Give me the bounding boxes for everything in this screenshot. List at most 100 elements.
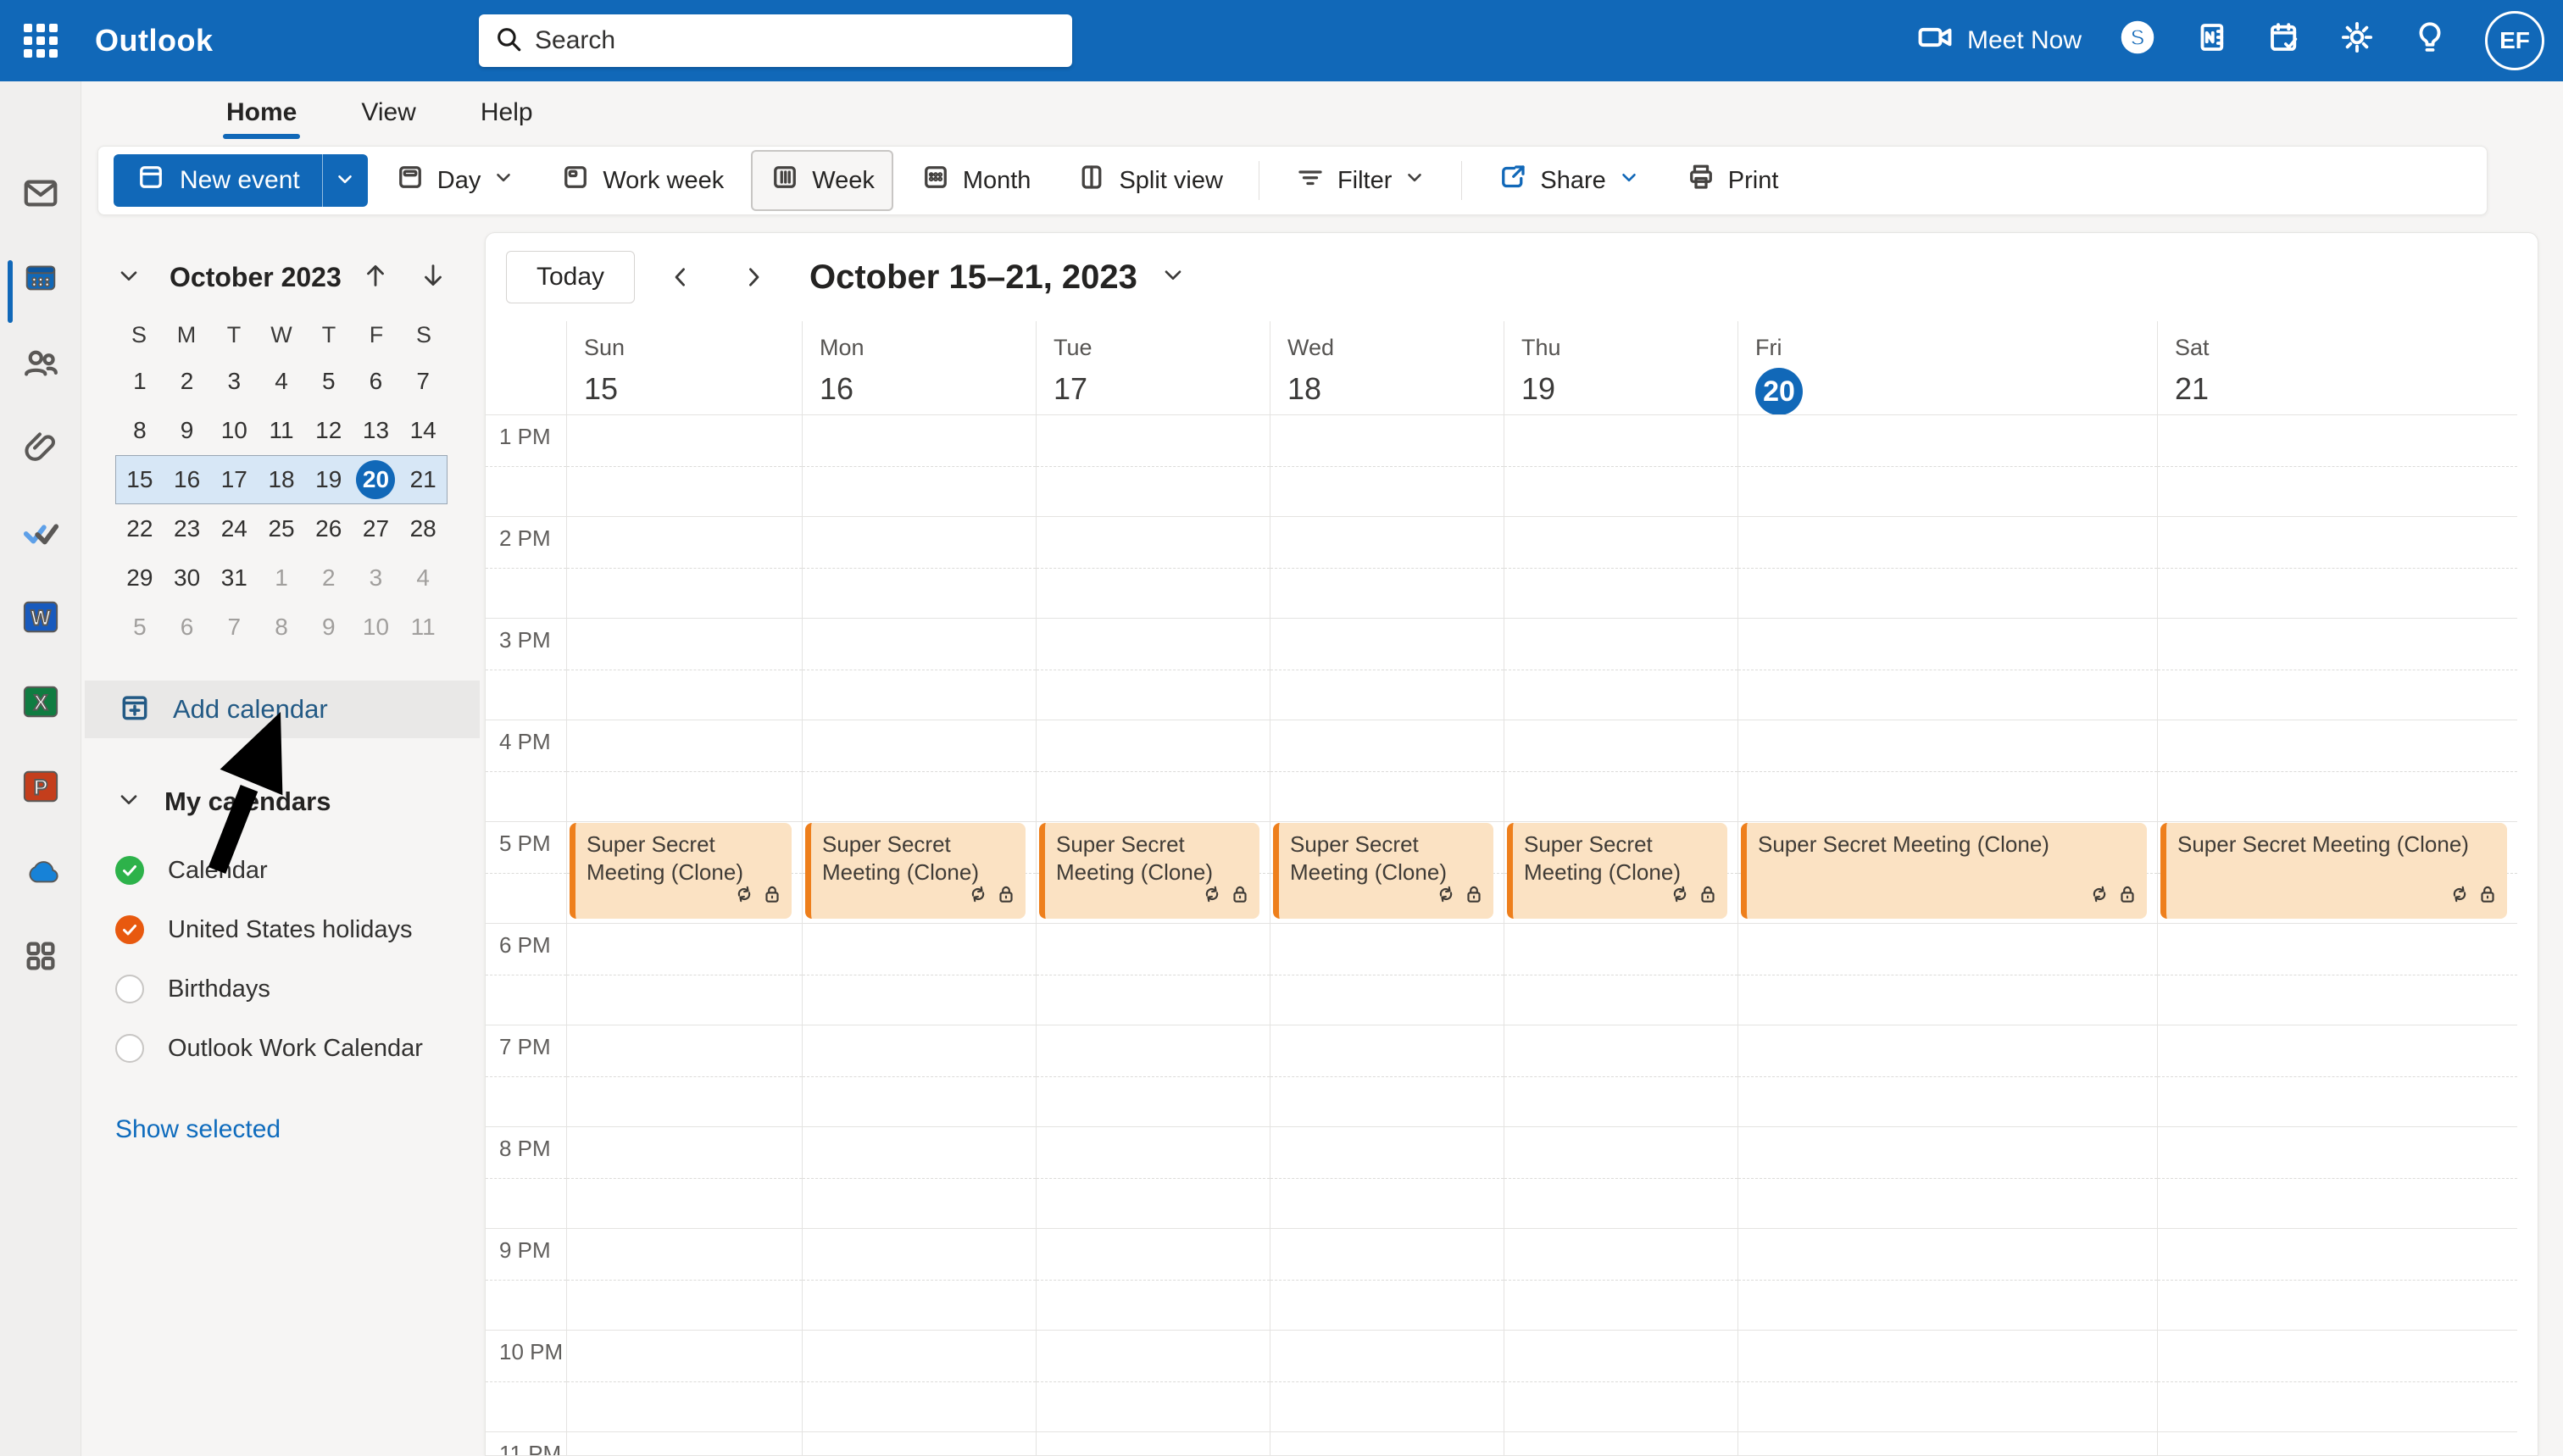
filter-button[interactable]: Filter: [1276, 150, 1444, 211]
tab-view[interactable]: View: [339, 88, 437, 137]
rail-todo-button[interactable]: [22, 515, 59, 553]
mini-calendar-day[interactable]: 8: [116, 407, 164, 454]
date-range-picker[interactable]: October 15–21, 2023: [809, 258, 1187, 297]
time-cell[interactable]: [1037, 516, 1270, 618]
time-cell[interactable]: [1504, 1126, 1737, 1228]
time-cell[interactable]: [2158, 1126, 2517, 1228]
time-cell[interactable]: [567, 1228, 802, 1330]
mini-calendar-day[interactable]: 6: [353, 358, 400, 405]
time-cell[interactable]: [1037, 414, 1270, 516]
time-cell[interactable]: [803, 618, 1036, 720]
time-cell[interactable]: [567, 1126, 802, 1228]
day-header-wed[interactable]: Wed 18: [1270, 321, 1504, 414]
mini-calendar-day[interactable]: 4: [258, 358, 305, 405]
event-super-secret-meeting[interactable]: Super Secret Meeting (Clone): [2160, 823, 2507, 919]
time-cell[interactable]: [1270, 414, 1504, 516]
day-header-fri[interactable]: Fri 20: [1737, 321, 2157, 415]
skype-button[interactable]: S: [2119, 19, 2156, 63]
calendar-item-calendar[interactable]: Calendar: [81, 841, 485, 900]
time-cell[interactable]: [1738, 1431, 2157, 1455]
mini-calendar-day[interactable]: 26: [305, 505, 353, 553]
calendar-checkbox[interactable]: [115, 915, 144, 944]
mini-calendar-day[interactable]: 1: [258, 554, 305, 602]
time-cell[interactable]: [1738, 923, 2157, 1025]
settings-gear-button[interactable]: [2339, 19, 2375, 62]
time-cell[interactable]: [1270, 923, 1504, 1025]
time-cell[interactable]: [803, 516, 1036, 618]
mini-calendar-next-button[interactable]: [419, 261, 448, 294]
time-cell[interactable]: [803, 1025, 1036, 1126]
time-cell[interactable]: [1504, 414, 1737, 516]
meet-now-button[interactable]: Meet Now: [1916, 19, 2082, 63]
time-cell[interactable]: [1270, 720, 1504, 821]
time-cell[interactable]: [567, 1431, 802, 1455]
time-cell[interactable]: [567, 923, 802, 1025]
new-event-dropdown[interactable]: [321, 154, 368, 207]
mini-calendar-day[interactable]: 22: [116, 505, 164, 553]
time-cell[interactable]: [1504, 1330, 1737, 1431]
time-cell[interactable]: [803, 414, 1036, 516]
time-cell[interactable]: [567, 618, 802, 720]
rail-people-button[interactable]: [22, 346, 59, 383]
calendar-check-button[interactable]: [2266, 19, 2302, 62]
search-input[interactable]: [535, 26, 1057, 55]
time-cell[interactable]: [1738, 720, 2157, 821]
time-cell[interactable]: [1270, 1025, 1504, 1126]
mini-calendar-day[interactable]: 10: [353, 603, 400, 651]
time-cell[interactable]: [1738, 516, 2157, 618]
time-cell[interactable]: [803, 923, 1036, 1025]
mini-calendar-day[interactable]: 14: [399, 407, 447, 454]
view-month-button[interactable]: Month: [902, 150, 1050, 211]
rail-excel-button[interactable]: X: [22, 685, 59, 722]
time-cell[interactable]: [2158, 720, 2517, 821]
day-header-sat[interactable]: Sat 21: [2157, 321, 2517, 414]
calendar-item-outlook-work-calendar[interactable]: Outlook Work Calendar: [81, 1019, 485, 1078]
mini-calendar-day[interactable]: 21: [399, 456, 447, 503]
tab-home[interactable]: Home: [204, 88, 319, 139]
time-cell[interactable]: [1037, 618, 1270, 720]
time-cell[interactable]: [1504, 1431, 1737, 1455]
my-calendars-header[interactable]: My calendars: [81, 786, 485, 817]
mini-calendar-day[interactable]: 6: [164, 603, 211, 651]
event-super-secret-meeting[interactable]: Super Secret Meeting (Clone): [1273, 823, 1493, 919]
mini-calendar-day[interactable]: 4: [399, 554, 447, 602]
lightbulb-button[interactable]: [2412, 19, 2448, 62]
mini-calendar-day[interactable]: 3: [210, 358, 258, 405]
mini-calendar-day[interactable]: 7: [210, 603, 258, 651]
rail-word-button[interactable]: W: [22, 600, 59, 637]
mini-calendar-day[interactable]: 5: [116, 603, 164, 651]
mini-calendar-day[interactable]: 23: [164, 505, 211, 553]
mini-calendar-day[interactable]: 2: [305, 554, 353, 602]
time-cell[interactable]: [567, 1330, 802, 1431]
event-super-secret-meeting[interactable]: Super Secret Meeting (Clone): [1741, 823, 2147, 919]
time-cell[interactable]: [1270, 1126, 1504, 1228]
day-header-mon[interactable]: Mon 16: [802, 321, 1036, 414]
event-super-secret-meeting[interactable]: Super Secret Meeting (Clone): [570, 823, 792, 919]
time-cell[interactable]: [1037, 923, 1270, 1025]
time-cell[interactable]: [1270, 1431, 1504, 1455]
print-button[interactable]: Print: [1667, 150, 1798, 211]
calendar-checkbox[interactable]: [115, 1034, 144, 1063]
ribbon-collapse-button[interactable]: [2512, 173, 2539, 204]
time-cell[interactable]: [1037, 1431, 1270, 1455]
time-cell[interactable]: [1270, 516, 1504, 618]
event-super-secret-meeting[interactable]: Super Secret Meeting (Clone): [805, 823, 1026, 919]
mini-calendar-day[interactable]: 9: [164, 407, 211, 454]
time-cell[interactable]: [1738, 414, 2157, 516]
time-cell[interactable]: [567, 414, 802, 516]
event-super-secret-meeting[interactable]: Super Secret Meeting (Clone): [1039, 823, 1259, 919]
mini-calendar-day[interactable]: 9: [305, 603, 353, 651]
mini-calendar-today[interactable]: 20: [353, 456, 400, 503]
app-launcher-button[interactable]: [0, 0, 81, 81]
time-cell[interactable]: [1504, 1025, 1737, 1126]
previous-week-button[interactable]: [653, 250, 708, 304]
day-header-sun[interactable]: Sun 15: [566, 321, 802, 414]
mini-calendar-day[interactable]: 30: [164, 554, 211, 602]
mini-calendar-day[interactable]: 29: [116, 554, 164, 602]
next-week-button[interactable]: [726, 250, 781, 304]
time-cell[interactable]: [1504, 1228, 1737, 1330]
time-cell[interactable]: [1504, 618, 1737, 720]
event-super-secret-meeting[interactable]: Super Secret Meeting (Clone): [1507, 823, 1727, 919]
mini-calendar-day[interactable]: 2: [164, 358, 211, 405]
time-cell[interactable]: [1037, 720, 1270, 821]
